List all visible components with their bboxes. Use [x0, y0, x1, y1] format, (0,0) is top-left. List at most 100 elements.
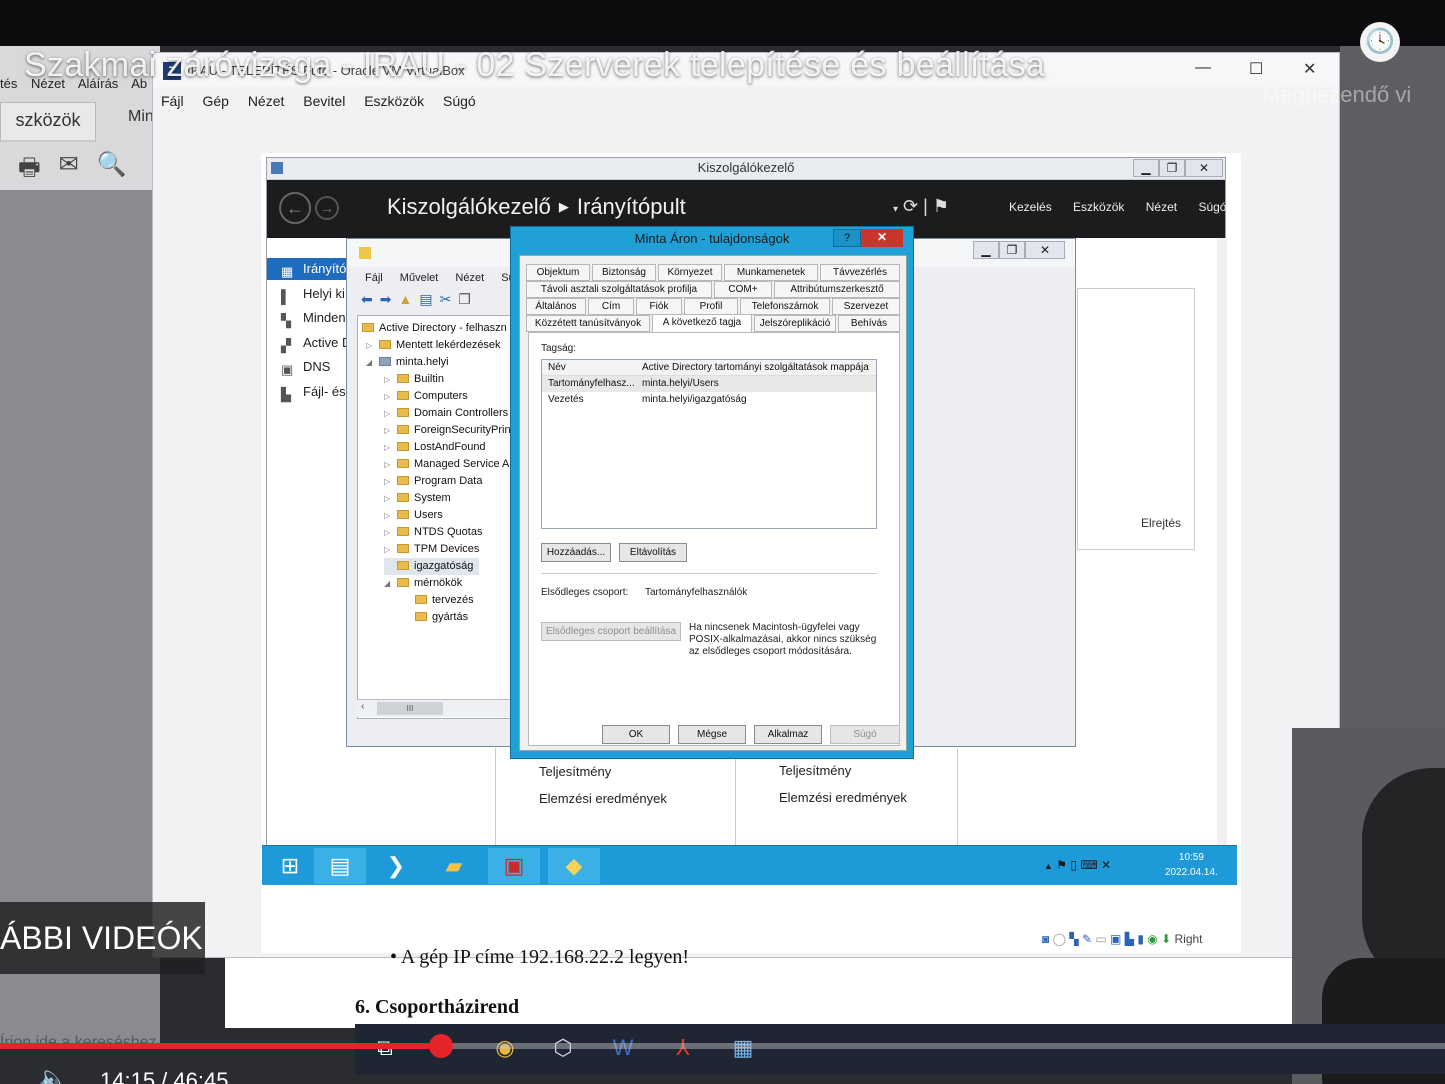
cut-icon[interactable]: ✂ [440, 291, 452, 308]
aduc-menu-view[interactable]: Nézet [455, 272, 484, 284]
sm-minimize-icon[interactable]: ▁ [1133, 159, 1159, 177]
forward-arrow-icon[interactable]: → [315, 196, 339, 220]
aduc-menu-file[interactable]: Fájl [365, 272, 383, 284]
expand-icon[interactable]: ▷ [384, 439, 393, 456]
tree-item[interactable]: ▷ Managed Service Accounts [384, 456, 514, 473]
tab-remote-control[interactable]: Távvezérlés [820, 264, 900, 281]
cancel-button[interactable]: Mégse [678, 725, 746, 744]
tab-organization[interactable]: Szervezet [832, 298, 900, 315]
keyboard-icon[interactable]: ⌨ [1080, 858, 1097, 872]
tree-item[interactable]: ▷ System [384, 490, 451, 507]
tree-item[interactable]: ▷ ForeignSecurityPrincipals [384, 422, 514, 439]
tile-performance[interactable]: Teljesítmény [779, 763, 851, 778]
tree-item[interactable]: ▷ Program Data [384, 473, 482, 490]
tree-item[interactable]: ◢ mérnökök [384, 575, 462, 592]
volume-muted-icon[interactable]: ✕ [1101, 858, 1111, 872]
back-arrow-icon[interactable]: ← [279, 192, 311, 224]
tile-bpa-results[interactable]: Elemzési eredmények [779, 790, 907, 805]
tab-environment[interactable]: Környezet [658, 264, 722, 281]
up-folder-icon[interactable]: ▲ [398, 291, 412, 308]
sm-menu-help[interactable]: Súgó [1198, 200, 1226, 214]
vbox-menu-view[interactable]: Nézet [248, 93, 285, 109]
tab-sessions[interactable]: Munkamenetek [724, 264, 818, 281]
aduc-menu-action[interactable]: Művelet [400, 272, 439, 284]
expand-icon[interactable]: ▷ [384, 490, 393, 507]
tree-item[interactable]: ▷ Builtin [384, 371, 444, 388]
network-adapter-icon[interactable]: ✎ [1082, 932, 1092, 946]
tree-item[interactable]: ▷ LostAndFound [384, 439, 486, 456]
shared-folders-icon[interactable]: ▣ [1110, 932, 1121, 946]
vbox-menu-help[interactable]: Súgó [443, 93, 476, 109]
tab-general[interactable]: Általános [526, 298, 586, 315]
tab-telephones[interactable]: Telefonszámok [740, 298, 830, 315]
aduc-minimize-icon[interactable]: ▁ [973, 241, 999, 259]
tab-member-of[interactable]: A következő tagja [652, 314, 752, 333]
volume-icon[interactable]: 🔈 [38, 1064, 68, 1084]
usb-icon[interactable]: ▭ [1095, 932, 1106, 946]
progress-played[interactable] [0, 1043, 441, 1049]
collapse-icon[interactable]: ◢ [384, 575, 393, 592]
down-arrow-icon[interactable]: ⬇ [1161, 932, 1171, 946]
aduc-restore-icon[interactable]: ❐ [999, 241, 1025, 259]
console-tree-icon[interactable]: ▤ [419, 291, 432, 308]
column-header-name[interactable]: Név [548, 360, 636, 376]
tree-item[interactable]: gyártás [402, 609, 468, 626]
tab-attribute-editor[interactable]: Attribútumszerkesztő [774, 281, 900, 298]
action-center-flag-icon[interactable]: ⚑ [1056, 858, 1067, 872]
tab-object[interactable]: Objektum [526, 264, 590, 281]
tree-item[interactable]: ▷ Domain Controllers [384, 405, 508, 422]
windows-start-icon[interactable]: ⊞ [264, 848, 316, 884]
expand-icon[interactable]: ▷ [384, 541, 393, 558]
dropdown-arrow-icon[interactable]: ▾ [893, 204, 898, 215]
sm-close-icon[interactable]: ✕ [1185, 159, 1223, 177]
notification-flag-icon[interactable]: ⚑ [933, 196, 949, 216]
hide-link[interactable]: Elrejtés [1141, 516, 1181, 530]
tab-account[interactable]: Fiók [636, 298, 682, 315]
add-button[interactable]: Hozzáadás... [541, 543, 611, 562]
expand-icon[interactable]: ▷ [384, 388, 393, 405]
tab-rds-profile[interactable]: Távoli asztali szolgáltatások profilja [526, 281, 712, 298]
powershell-icon[interactable]: ❯ [370, 848, 422, 884]
aduc-horizontal-scrollbar[interactable]: ‹ III [357, 699, 515, 717]
watch-later-clock-icon[interactable]: 🕓 [1360, 22, 1400, 62]
maximize-icon[interactable]: ☐ [1249, 59, 1263, 79]
hdd-icon[interactable]: ◙ [1042, 932, 1049, 946]
vbox-menu-input[interactable]: Bevitel [303, 93, 345, 109]
display-icon[interactable]: ▙ [1125, 932, 1134, 946]
help-icon[interactable]: ? [833, 229, 861, 247]
sm-menu-manage[interactable]: Kezelés [1009, 200, 1052, 214]
list-item[interactable]: Vezetés minta.helyi/igazgatóság [542, 392, 876, 408]
tree-item[interactable]: ▷ Users [384, 507, 443, 524]
tree-root[interactable]: Active Directory - felhaszn [362, 320, 507, 337]
scroll-left-icon[interactable]: ‹ [361, 701, 364, 712]
toolbox-icon[interactable]: ▣ [488, 848, 540, 884]
sm-restore-icon[interactable]: ❐ [1159, 159, 1185, 177]
sm-menu-tools[interactable]: Eszközök [1073, 200, 1124, 214]
recording-icon[interactable]: ▮ [1137, 932, 1144, 946]
expand-icon[interactable]: ▷ [384, 524, 393, 541]
watch-later-label[interactable]: Megnézendő vi [1262, 82, 1411, 108]
pdf-menu-item[interactable]: tés [0, 76, 17, 91]
tree-item[interactable]: ▷ TPM Devices [384, 541, 479, 558]
tab-profile[interactable]: Profil [684, 298, 738, 315]
expand-icon[interactable]: ▷ [384, 422, 393, 439]
tab-com[interactable]: COM+ [714, 281, 772, 298]
tab-dial-in[interactable]: Behívás [838, 315, 900, 332]
vbox-menu-devices[interactable]: Eszközök [364, 93, 424, 109]
list-item[interactable]: Tartományfelhasz... minta.helyi/Users [542, 376, 876, 392]
expand-icon[interactable]: ▷ [384, 371, 393, 388]
audio-icon[interactable]: ▚ [1069, 932, 1078, 946]
file-explorer-icon[interactable]: ▰ [428, 848, 480, 884]
close-icon[interactable]: ✕ [1303, 59, 1316, 79]
tab-password-replication[interactable]: Jelszóreplikáció [754, 315, 836, 332]
tab-published-certificates[interactable]: Közzétett tanúsítványok [526, 315, 650, 332]
forward-icon[interactable]: ➡ [380, 291, 392, 308]
pdf-tab-2[interactable]: Min [128, 108, 154, 126]
network-icon[interactable]: ▯ [1070, 858, 1077, 872]
vbox-menu-file[interactable]: Fájl [161, 93, 184, 109]
aduc-close-icon[interactable]: ✕ [1025, 241, 1065, 259]
tree-item-selected[interactable]: igazgatóság [384, 558, 480, 575]
back-icon[interactable]: ⬅ [361, 291, 373, 308]
server-manager-taskbar-icon[interactable]: ▤ [314, 848, 366, 884]
refresh-icon[interactable]: ⟳ [903, 196, 918, 216]
